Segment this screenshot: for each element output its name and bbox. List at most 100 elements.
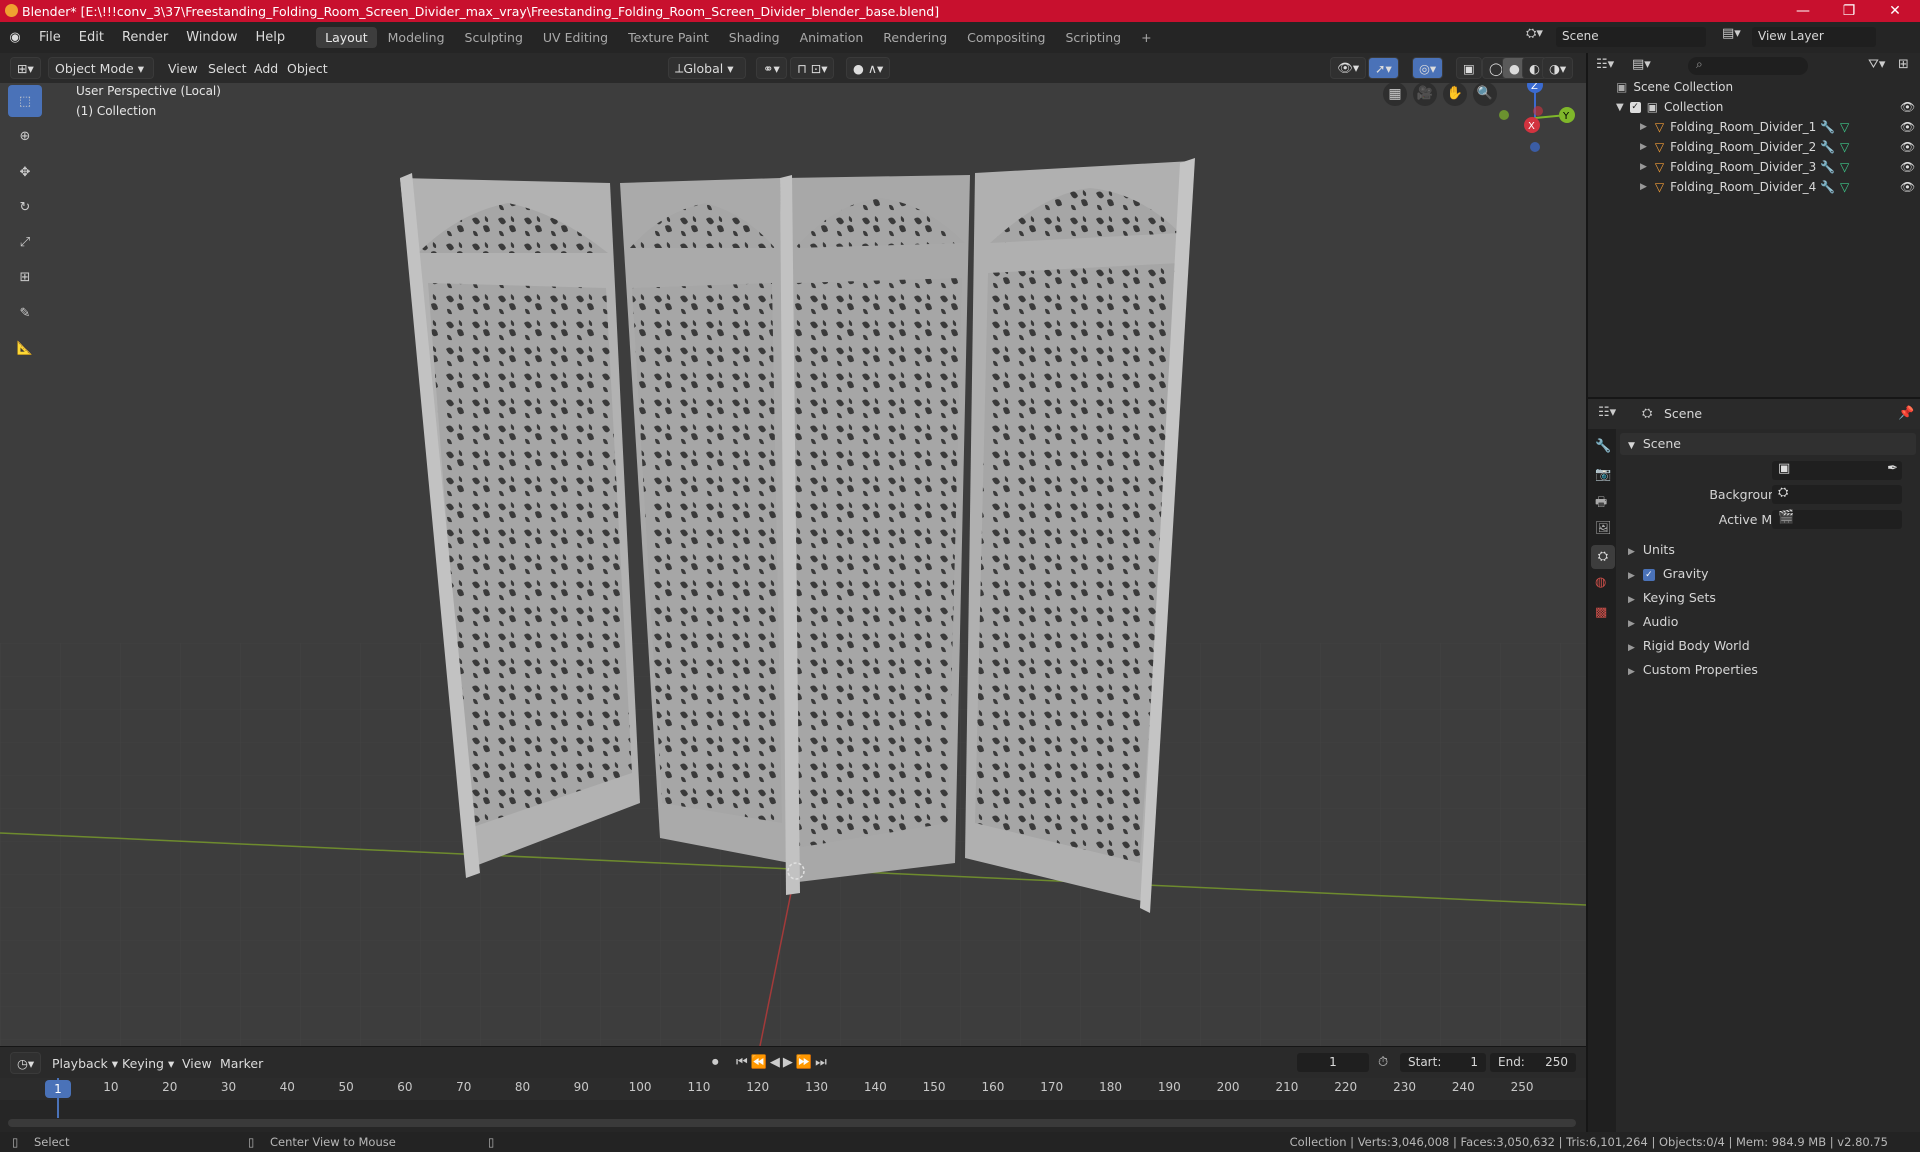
tab-uv-editing[interactable]: UV Editing: [534, 27, 617, 48]
units-panel[interactable]: ▶ Units: [1628, 542, 1675, 557]
current-frame-field[interactable]: 1: [1297, 1053, 1369, 1072]
start-frame-field[interactable]: Start: 1: [1400, 1053, 1486, 1072]
rendered-shading-icon[interactable]: ◑▾: [1542, 57, 1574, 79]
xray-icon[interactable]: ▣: [1456, 57, 1482, 79]
scene-panel-header[interactable]: ▼ Scene: [1628, 436, 1681, 451]
tool-tab-icon[interactable]: 🔧: [1595, 439, 1611, 454]
object-visibility-icon[interactable]: 👁: [1900, 120, 1915, 134]
tab-compositing[interactable]: Compositing: [958, 27, 1054, 48]
gravity-checkbox[interactable]: ✓: [1642, 568, 1655, 581]
snap-icon[interactable]: ⊓ ⊡▾: [790, 57, 835, 79]
timeline-view-menu[interactable]: View: [182, 1056, 212, 1071]
outliner-collection[interactable]: ▼ ✓ ▣ Collection 👁: [1588, 97, 1920, 117]
scene-name-field[interactable]: Scene: [1556, 27, 1706, 47]
collection-checkbox[interactable]: ✓: [1629, 101, 1641, 113]
mesh-data-icon[interactable]: ▽: [1840, 160, 1849, 174]
camera-field[interactable]: ▣ ✒: [1772, 461, 1902, 480]
object-visibility-icon[interactable]: 👁: [1900, 140, 1915, 154]
tab-sculpting[interactable]: Sculpting: [456, 27, 532, 48]
object-visibility-icon[interactable]: 👁: [1900, 180, 1915, 194]
world-tab-icon[interactable]: ◍: [1595, 575, 1606, 590]
expand-object-icon[interactable]: ▶: [1640, 182, 1647, 192]
stopwatch-icon[interactable]: ⏱: [1378, 1055, 1388, 1070]
menu-help[interactable]: Help: [247, 30, 295, 45]
tab-animation[interactable]: Animation: [791, 27, 873, 48]
object-menu[interactable]: Object: [287, 61, 328, 76]
pin-icon[interactable]: 📌: [1898, 406, 1914, 421]
mesh-data-icon[interactable]: ▽: [1840, 120, 1849, 134]
outliner-scene-collection[interactable]: ▣ Scene Collection: [1588, 77, 1920, 97]
filter-icon[interactable]: ⛛▾: [1868, 57, 1885, 72]
modifier-icon[interactable]: 🔧: [1820, 120, 1835, 134]
collection-visibility-icon[interactable]: 👁: [1900, 100, 1915, 114]
transform-icon[interactable]: ⊞: [8, 261, 42, 293]
playback-controls[interactable]: ⏮⏪◀▶⏩⏭: [736, 1055, 830, 1070]
modifier-icon[interactable]: 🔧: [1820, 180, 1835, 194]
view-layer-tab-icon[interactable]: 🖼: [1595, 521, 1612, 536]
tab-texture-paint[interactable]: Texture Paint: [619, 27, 718, 48]
playback-menu[interactable]: Playback ▾: [52, 1056, 118, 1071]
mesh-data-icon[interactable]: ▽: [1840, 140, 1849, 154]
overlays-icon[interactable]: ◎▾: [1412, 57, 1444, 79]
scene-selector-icon[interactable]: ⛭▾: [1526, 26, 1554, 48]
view-layer-icon[interactable]: ▤▾: [1722, 26, 1750, 48]
view-layer-field[interactable]: View Layer: [1752, 27, 1876, 47]
record-icon[interactable]: ⏺: [712, 1055, 719, 1070]
eyedropper-icon[interactable]: ✒: [1887, 461, 1898, 476]
expand-object-icon[interactable]: ▶: [1640, 162, 1647, 172]
background-scene-field[interactable]: ⛭: [1772, 485, 1902, 504]
navigation-gizmo[interactable]: Z Y X: [1490, 83, 1580, 163]
new-collection-icon[interactable]: ⊞: [1898, 57, 1909, 72]
editor-type-icon[interactable]: ⊞▾: [10, 57, 41, 79]
close-button[interactable]: ✕: [1872, 0, 1918, 22]
outliner-object-row[interactable]: ▶ ▽ Folding_Room_Divider_4 🔧 ▽ 👁: [1588, 177, 1920, 197]
outliner-object-row[interactable]: ▶ ▽ Folding_Room_Divider_3 🔧 ▽ 👁: [1588, 157, 1920, 177]
modifier-icon[interactable]: 🔧: [1820, 160, 1835, 174]
timeline-scrollbar[interactable]: [8, 1119, 1576, 1127]
transform-orientation-dropdown[interactable]: ⟂ Global ▾: [668, 57, 746, 79]
proportional-editing-icon[interactable]: ● ∧▾: [846, 57, 891, 79]
expand-object-icon[interactable]: ▶: [1640, 122, 1647, 132]
menu-edit[interactable]: Edit: [70, 30, 113, 45]
scene-tab-icon[interactable]: ⛭: [1591, 545, 1615, 569]
add-workspace-icon[interactable]: +: [1132, 27, 1160, 48]
mesh-data-icon[interactable]: ▽: [1840, 180, 1849, 194]
object-mode-dropdown[interactable]: Object Mode ▾: [48, 57, 154, 79]
object-visibility-icon[interactable]: 👁: [1900, 160, 1915, 174]
gizmo-toggle-icon[interactable]: ➚▾: [1368, 57, 1399, 79]
outliner-editor-type-icon[interactable]: ☷▾: [1596, 57, 1626, 79]
grid-view-icon[interactable]: ▦: [1383, 83, 1407, 106]
outliner-search-input[interactable]: ⌕: [1688, 57, 1808, 75]
rigid-body-world-panel[interactable]: ▶ Rigid Body World: [1628, 638, 1750, 653]
view-menu[interactable]: View: [168, 61, 198, 76]
timeline-editor-type-icon[interactable]: ◷▾: [10, 1052, 42, 1074]
camera-view-icon[interactable]: 🎥: [1413, 83, 1437, 106]
pan-hand-icon[interactable]: ✋: [1443, 83, 1467, 106]
tab-rendering[interactable]: Rendering: [874, 27, 956, 48]
annotate-icon[interactable]: ✎: [8, 297, 42, 329]
pivot-point-icon[interactable]: ⚭▾: [756, 57, 787, 79]
move-icon[interactable]: ✥: [8, 156, 42, 188]
keying-menu[interactable]: Keying ▾: [122, 1056, 174, 1071]
tab-scripting[interactable]: Scripting: [1057, 27, 1131, 48]
tab-shading[interactable]: Shading: [720, 27, 789, 48]
output-tab-icon[interactable]: 🖶: [1595, 493, 1607, 515]
gravity-panel[interactable]: ▶ ✓ Gravity: [1628, 566, 1708, 581]
blender-menu-icon[interactable]: ◉: [0, 30, 30, 45]
menu-render[interactable]: Render: [113, 30, 177, 45]
expand-object-icon[interactable]: ▶: [1640, 142, 1647, 152]
outliner-object-row[interactable]: ▶ ▽ Folding_Room_Divider_1 🔧 ▽ 👁: [1588, 117, 1920, 137]
end-frame-field[interactable]: End: 250: [1490, 1053, 1576, 1072]
3d-viewport[interactable]: User Perspective (Local) (1) Collection …: [0, 83, 1586, 1046]
outliner-object-row[interactable]: ▶ ▽ Folding_Room_Divider_2 🔧 ▽ 👁: [1588, 137, 1920, 157]
menu-window[interactable]: Window: [177, 30, 246, 45]
scale-icon[interactable]: ⤢: [8, 226, 42, 258]
expand-collection-icon[interactable]: ▼: [1616, 102, 1624, 113]
modifier-icon[interactable]: 🔧: [1820, 140, 1835, 154]
display-mode-icon[interactable]: ▤▾: [1632, 57, 1662, 79]
visibility-icon[interactable]: 👁▾: [1330, 57, 1367, 79]
marker-menu[interactable]: Marker: [220, 1056, 263, 1071]
add-menu[interactable]: Add: [254, 61, 278, 76]
rotate-icon[interactable]: ↻: [8, 191, 42, 223]
maximize-button[interactable]: ❐: [1826, 0, 1872, 22]
